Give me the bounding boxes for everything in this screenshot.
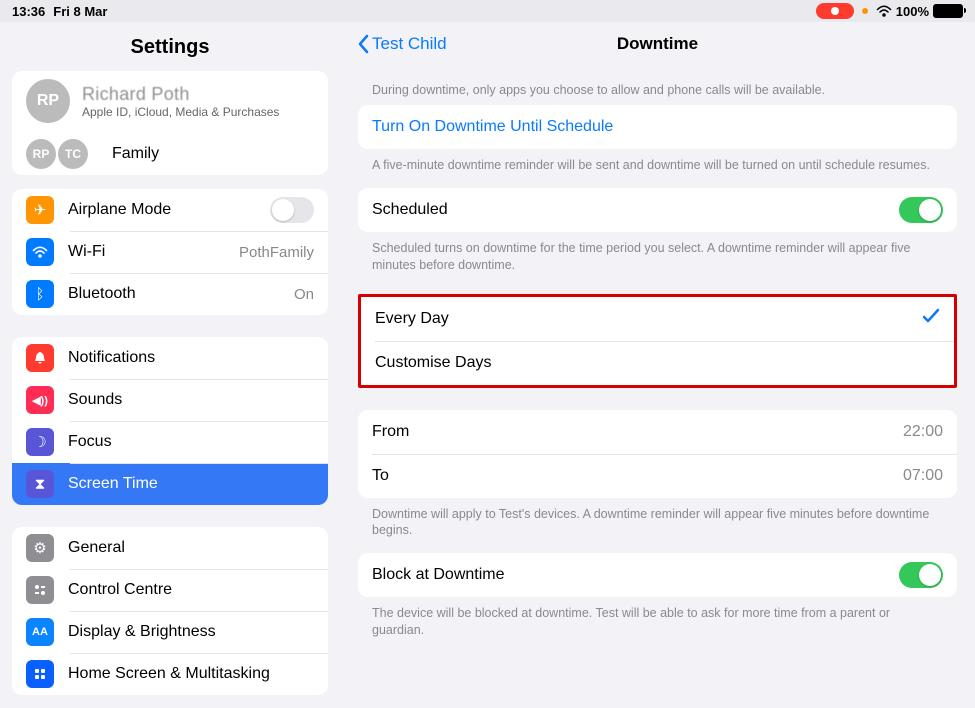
sounds-label: Sounds — [68, 391, 314, 409]
block-label: Block at Downtime — [372, 566, 505, 584]
detail-pane: Test Child Downtime During downtime, onl… — [340, 22, 975, 708]
wifi-icon — [876, 5, 892, 17]
back-button[interactable]: Test Child — [358, 34, 447, 54]
family-label: Family — [112, 145, 314, 163]
bluetooth-icon: ᛒ — [26, 280, 54, 308]
family-avatar-1: RP — [26, 139, 56, 169]
intro-text: During downtime, only apps you choose to… — [358, 66, 957, 105]
sounds-row[interactable]: ◀)) Sounds — [12, 379, 328, 421]
focus-row[interactable]: ☽ Focus — [12, 421, 328, 463]
status-date: Fri 8 Mar — [53, 4, 107, 19]
control-centre-row[interactable]: Control Centre — [12, 569, 328, 611]
home-screen-label: Home Screen & Multitasking — [68, 665, 314, 683]
back-label: Test Child — [372, 34, 447, 54]
user-avatar: RP — [26, 79, 70, 123]
chevron-left-icon — [358, 34, 370, 54]
customise-days-label: Customise Days — [375, 354, 491, 372]
scheduled-row[interactable]: Scheduled — [358, 188, 957, 232]
bluetooth-value: On — [294, 286, 314, 303]
settings-sidebar: Settings RP Richard Poth Apple ID, iClou… — [0, 22, 340, 708]
screen-time-row[interactable]: ⧗ Screen Time — [12, 463, 328, 505]
wifi-settings-icon — [26, 238, 54, 266]
from-label: From — [372, 423, 409, 441]
control-centre-label: Control Centre — [68, 581, 314, 599]
from-value: 22:00 — [903, 423, 943, 441]
turn-on-label: Turn On Downtime Until Schedule — [372, 118, 613, 136]
display-label: Display & Brightness — [68, 623, 314, 641]
checkmark-icon — [922, 308, 940, 329]
every-day-row[interactable]: Every Day — [361, 297, 954, 341]
control-centre-icon — [26, 576, 54, 604]
detail-title: Downtime — [358, 34, 957, 54]
battery-icon — [933, 4, 963, 18]
screen-time-icon: ⧗ — [26, 470, 54, 498]
screen-record-indicator — [816, 3, 854, 19]
block-footer: The device will be blocked at downtime. … — [358, 597, 957, 653]
display-brightness-row[interactable]: AA Display & Brightness — [12, 611, 328, 653]
wifi-row[interactable]: Wi-Fi PothFamily — [12, 231, 328, 273]
every-day-label: Every Day — [375, 310, 449, 328]
general-icon: ⚙ — [26, 534, 54, 562]
highlighted-section: Every Day Customise Days — [358, 294, 957, 388]
bluetooth-label: Bluetooth — [68, 285, 294, 303]
status-bar: 13:36 Fri 8 Mar 100% — [0, 0, 975, 22]
apple-id-row[interactable]: RP Richard Poth Apple ID, iCloud, Media … — [12, 71, 328, 133]
screen-time-label: Screen Time — [68, 475, 314, 493]
scheduled-toggle[interactable] — [899, 197, 943, 223]
family-row[interactable]: RP TC Family — [12, 133, 328, 175]
general-label: General — [68, 539, 314, 557]
focus-label: Focus — [68, 433, 314, 451]
general-row[interactable]: ⚙ General — [12, 527, 328, 569]
display-icon: AA — [26, 618, 54, 646]
customise-days-row[interactable]: Customise Days — [361, 341, 954, 385]
to-value: 07:00 — [903, 467, 943, 485]
to-label: To — [372, 467, 389, 485]
notifications-icon — [26, 344, 54, 372]
battery-percent: 100% — [896, 4, 929, 19]
notifications-row[interactable]: Notifications — [12, 337, 328, 379]
from-row[interactable]: From 22:00 — [358, 410, 957, 454]
sidebar-title: Settings — [0, 22, 340, 73]
family-avatar-2: TC — [58, 139, 88, 169]
focus-icon: ☽ — [26, 428, 54, 456]
turn-on-footer: A five-minute downtime reminder will be … — [358, 149, 957, 188]
turn-on-downtime-button[interactable]: Turn On Downtime Until Schedule — [358, 105, 957, 149]
scheduled-label: Scheduled — [372, 201, 448, 219]
mic-indicator-icon — [862, 8, 868, 14]
wifi-value: PothFamily — [239, 244, 314, 261]
user-sub: Apple ID, iCloud, Media & Purchases — [82, 105, 279, 119]
status-time: 13:36 — [12, 4, 45, 19]
wifi-label: Wi-Fi — [68, 243, 239, 261]
scheduled-footer: Scheduled turns on downtime for the time… — [358, 232, 957, 274]
sounds-icon: ◀)) — [26, 386, 54, 414]
notifications-label: Notifications — [68, 349, 314, 367]
block-at-downtime-row[interactable]: Block at Downtime — [358, 553, 957, 597]
airplane-label: Airplane Mode — [68, 201, 270, 219]
airplane-icon: ✈ — [26, 196, 54, 224]
home-screen-icon — [26, 660, 54, 688]
time-footer: Downtime will apply to Test's devices. A… — [358, 498, 957, 554]
user-name: Richard Poth — [82, 84, 279, 105]
airplane-mode-row[interactable]: ✈ Airplane Mode — [12, 189, 328, 231]
bluetooth-row[interactable]: ᛒ Bluetooth On — [12, 273, 328, 315]
block-toggle[interactable] — [899, 562, 943, 588]
home-screen-row[interactable]: Home Screen & Multitasking — [12, 653, 328, 695]
to-row[interactable]: To 07:00 — [358, 454, 957, 498]
airplane-toggle[interactable] — [270, 197, 314, 223]
